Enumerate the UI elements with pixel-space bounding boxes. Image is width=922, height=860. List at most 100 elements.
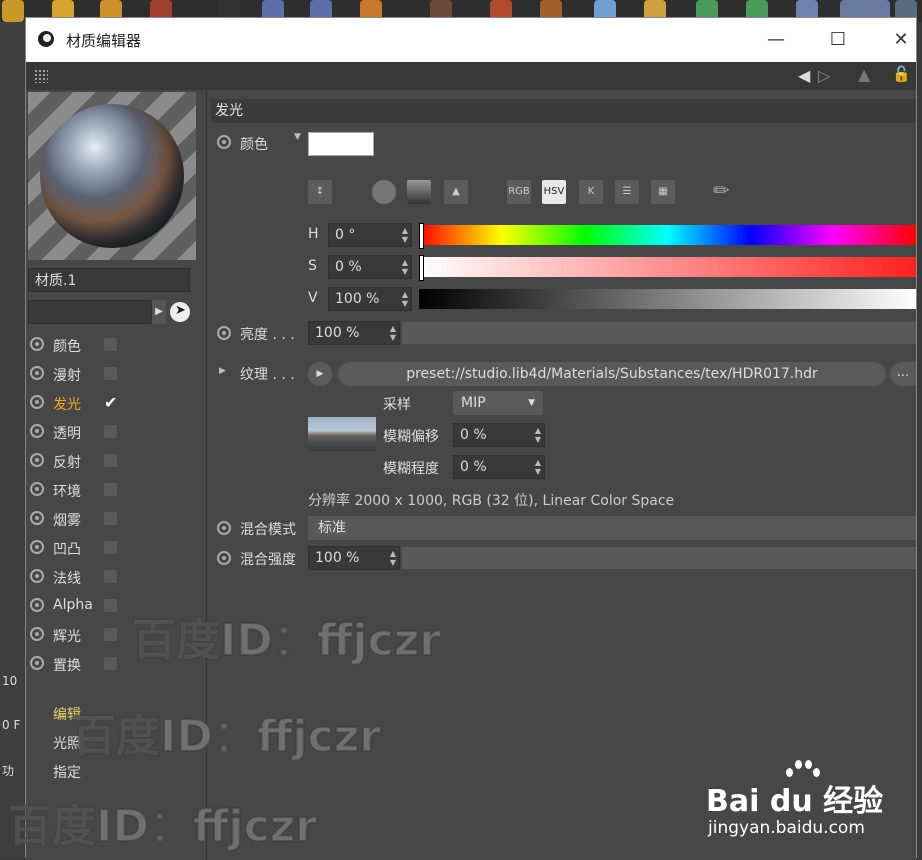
s-field[interactable]: 0 % ▲ ▼ [328,255,412,279]
channel-checkbox[interactable] [104,425,117,438]
channel-radio[interactable] [30,598,44,612]
saturation-slider[interactable] [419,255,916,281]
brightness-radio[interactable] [217,326,231,340]
channel-radio[interactable] [30,656,44,670]
spinner-icon[interactable]: ▲ ▼ [390,549,396,567]
channel-checkbox[interactable] [104,483,117,496]
value-slider[interactable] [419,289,916,309]
kelvin-button[interactable]: K [579,180,603,204]
channel-item[interactable]: 漫射 [26,361,204,387]
channel-radio[interactable] [30,337,44,351]
mix-mode-dropdown[interactable]: 标准 [308,516,916,540]
back-arrow-icon[interactable]: ◀ [798,66,810,85]
texture-thumbnail[interactable] [308,417,376,451]
channel-item[interactable]: 反射 [26,448,204,474]
mix-strength-slider[interactable] [402,547,916,569]
expand-arrow-icon[interactable]: ▶ [219,366,226,376]
channel-radio[interactable] [30,395,44,409]
close-button[interactable]: ✕ [886,26,916,54]
channel-radio[interactable] [30,453,44,467]
blur-scale-field[interactable]: 0 % ▲ ▼ [453,455,545,479]
v-value: 100 % [335,291,380,307]
v-field[interactable]: 100 % ▲ ▼ [328,287,412,311]
channel-checkbox[interactable] [104,541,117,554]
spinner-icon[interactable]: ▲ ▼ [390,324,396,342]
mix-strength-field[interactable]: 100 % ▲ ▼ [308,546,400,570]
chevron-right-icon[interactable]: ▶ [152,300,166,324]
mix-mode-radio[interactable] [217,521,231,535]
brightness-slider[interactable] [402,322,916,344]
channel-item[interactable]: 烟雾 [26,506,204,532]
channel-checkbox[interactable] [104,570,117,583]
channel-item[interactable]: 发光 ✔ [26,390,204,416]
channel-item[interactable]: 法线 [26,564,204,590]
eyedropper-icon[interactable]: ✏ [713,178,730,202]
mix-strength-label: 混合强度 [240,552,296,568]
channel-radio[interactable] [30,424,44,438]
spectrum-icon[interactable] [407,180,431,204]
brightness-field[interactable]: 100 % ▲ ▼ [308,321,400,345]
minimize-button[interactable]: — [761,26,791,54]
check-icon[interactable]: ✔ [104,395,117,411]
channel-radio[interactable] [30,511,44,525]
channel-radio[interactable] [30,482,44,496]
spinner-icon[interactable]: ▲ ▼ [402,290,408,308]
channel-checkbox[interactable] [104,338,117,351]
channel-checkbox[interactable] [104,367,117,380]
spinner-icon[interactable]: ▲ ▼ [535,458,541,476]
baidu-jingyan-logo: Bai du 经验 jingyan.baidu.com [706,760,916,850]
channel-checkbox[interactable] [104,628,117,641]
sampling-value: MIP [461,395,486,411]
channel-item[interactable]: 颜色 [26,332,204,358]
rgb-button[interactable]: RGB [507,180,531,204]
color-picker-icon[interactable]: ↕ [308,180,332,204]
assign-item[interactable]: 指定 [53,762,81,782]
material-preview[interactable] [28,92,196,260]
hue-slider-handle[interactable] [419,223,424,249]
move-tool-icon[interactable] [2,0,24,22]
hsv-button[interactable]: HSV [542,180,566,204]
up-arrow-icon[interactable]: ▲ [858,65,870,84]
channel-checkbox[interactable] [104,657,117,670]
channel-checkbox[interactable] [104,599,117,612]
texture-path-button[interactable]: preset://studio.lib4d/Materials/Substanc… [338,362,886,386]
dropdown-arrow-icon[interactable]: ▼ [294,132,301,142]
material-name-field[interactable]: 材质.1 [28,268,190,292]
channel-label: 烟雾 [53,513,81,529]
channel-item[interactable]: 透明 [26,419,204,445]
grip-icon[interactable] [34,69,48,83]
spinner-icon[interactable]: ▲ ▼ [535,426,541,444]
h-field[interactable]: 0 ° ▲ ▼ [328,223,412,247]
mix-strength-radio[interactable] [217,551,231,565]
lock-icon[interactable]: 🔓 [892,65,911,83]
swatches-icon[interactable]: ▦ [651,180,675,204]
channel-radio[interactable] [30,627,44,641]
channel-item[interactable]: 环境 [26,477,204,503]
channel-radio[interactable] [30,540,44,554]
texture-menu-button[interactable]: ▶ [308,362,332,386]
spinner-icon[interactable]: ▲ ▼ [402,258,408,276]
spinner-icon[interactable]: ▲ ▼ [402,226,408,244]
pick-cursor-icon[interactable]: ➤ [170,302,190,322]
mixer-icon[interactable]: ☰ [615,180,639,204]
channel-label: 环境 [53,484,81,500]
maximize-button[interactable]: ☐ [823,26,853,54]
channel-item[interactable]: 凹凸 [26,535,204,561]
color-swatch[interactable] [308,132,374,156]
sampling-dropdown[interactable]: MIP ▼ [453,391,543,415]
hue-slider[interactable] [419,223,916,249]
image-icon[interactable]: ▲ [444,180,468,204]
color-radio[interactable] [217,135,231,149]
forward-arrow-icon[interactable]: ▷ [818,66,830,85]
channel-radio[interactable] [30,569,44,583]
color-wheel-icon[interactable] [372,180,396,204]
title-bar[interactable]: 材质编辑器 — ☐ ✕ [26,18,916,62]
channel-checkbox[interactable] [104,454,117,467]
texture-browse-button[interactable]: ... [890,362,916,386]
channel-checkbox[interactable] [104,512,117,525]
blur-offset-field[interactable]: 0 % ▲ ▼ [453,423,545,447]
channel-radio[interactable] [30,366,44,380]
window-title: 材质编辑器 [66,32,142,50]
saturation-slider-handle[interactable] [419,255,424,281]
material-selector[interactable] [28,300,152,324]
